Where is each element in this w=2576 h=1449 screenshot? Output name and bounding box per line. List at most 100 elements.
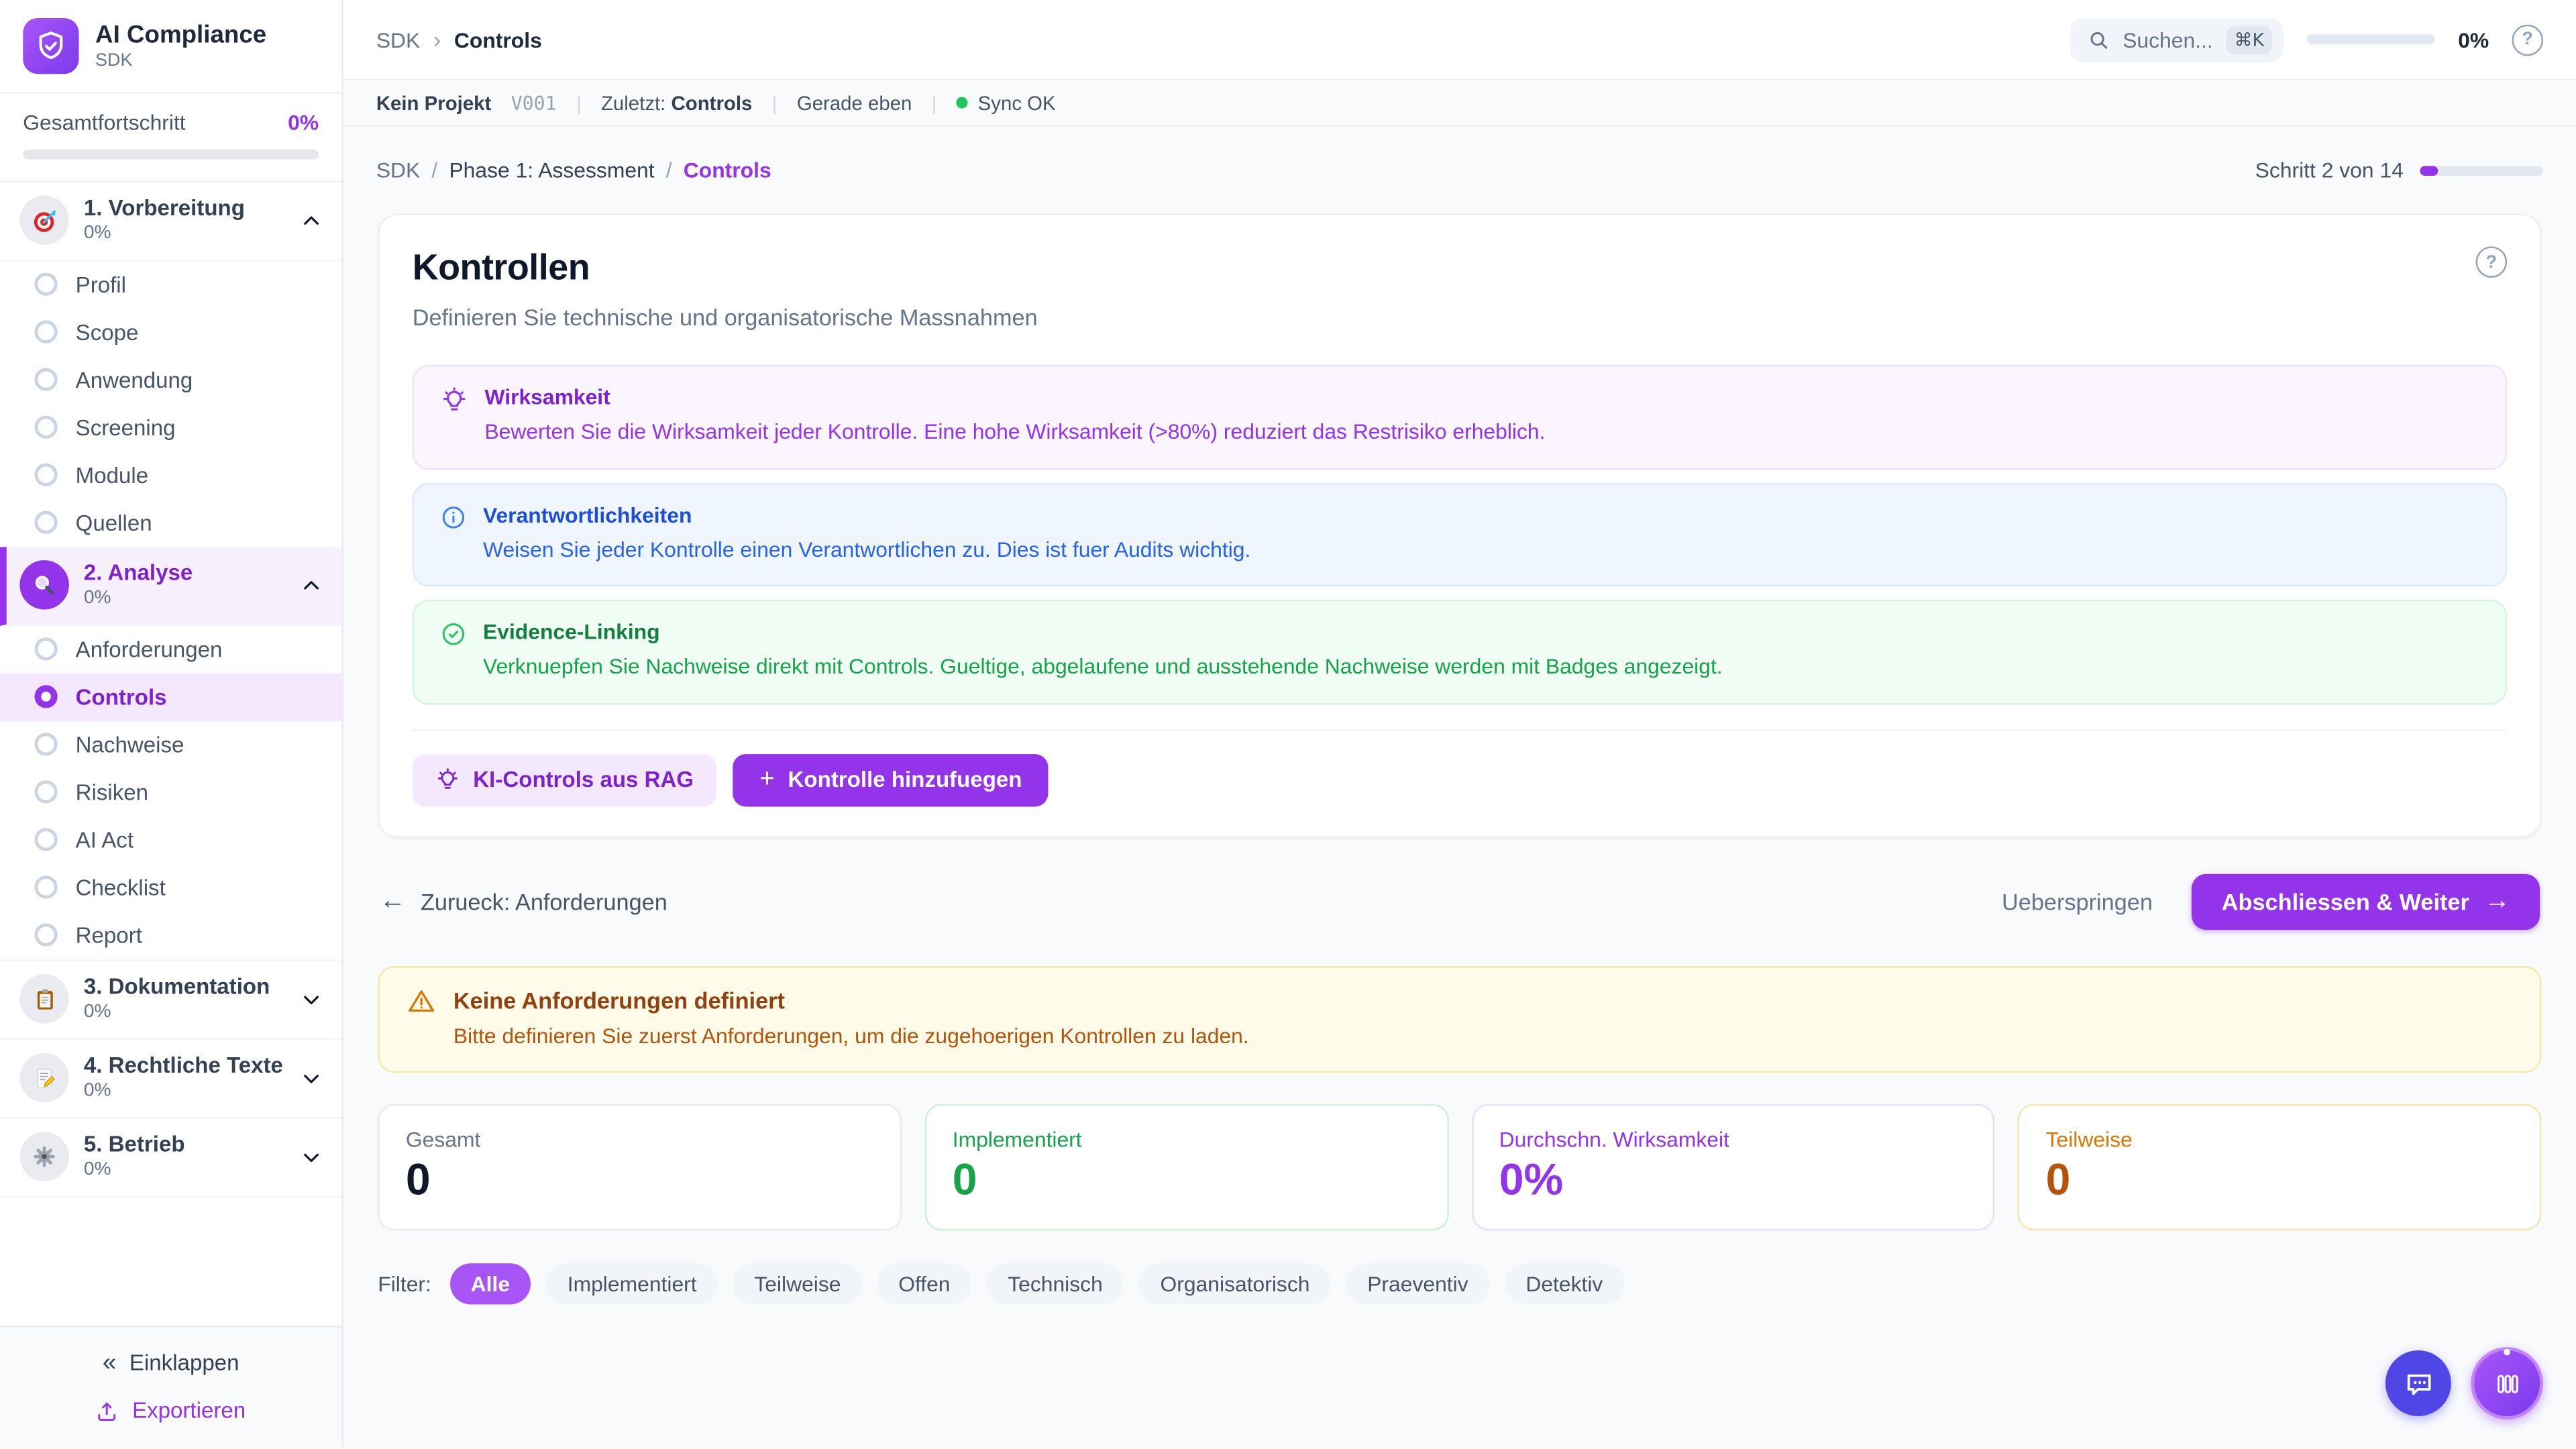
section-percent: 0% (84, 224, 245, 247)
filter-pill-technisch[interactable]: Technisch (986, 1264, 1124, 1305)
sidebar-item-screening[interactable]: Screening (0, 404, 341, 451)
breadcrumb-sdk[interactable]: SDK (376, 158, 420, 182)
tips-list: Wirksamkeit Bewerten Sie die Wirksamkeit… (413, 365, 2507, 704)
sidebar-section-rechtliche-texte[interactable]: 4. Rechtliche Texte 0% (0, 1040, 341, 1119)
sidebar-nav: 1. Vorbereitung 0% Profil Scope Anwendun… (0, 182, 341, 1326)
clipboard-icon (19, 975, 68, 1024)
floating-buttons (2385, 1347, 2543, 1419)
warning-title: Keine Anforderungen definiert (453, 987, 1249, 1013)
app-window: AI Compliance SDK Gesamtfortschritt 0% 1… (0, 0, 2576, 1448)
search-button[interactable]: Suchen... ⌘K (2070, 17, 2284, 62)
stat-card-gesamt: Gesamt 0 (378, 1104, 902, 1231)
sidebar-item-profil[interactable]: Profil (0, 261, 341, 309)
sidebar-section-vorbereitung[interactable]: 1. Vorbereitung 0% (0, 182, 341, 262)
upload-icon (96, 1399, 119, 1421)
sidebar-item-report[interactable]: Report (0, 912, 341, 959)
chat-fab-button[interactable] (2385, 1350, 2451, 1416)
filter-pill-organisatorisch[interactable]: Organisatorisch (1139, 1264, 1332, 1305)
export-button[interactable]: Exportieren (96, 1398, 246, 1423)
finish-next-button[interactable]: Abschliessen & Weiter → (2192, 873, 2540, 929)
section-percent: 0% (84, 1081, 283, 1104)
sidebar-item-module[interactable]: Module (0, 451, 341, 499)
radio-selected-icon (34, 686, 57, 708)
project-name: Kein Projekt (376, 91, 492, 114)
overall-progress-label: Gesamtfortschritt (23, 110, 185, 135)
filter-pill-implementiert[interactable]: Implementiert (546, 1264, 718, 1305)
help-icon[interactable]: ? (2512, 24, 2543, 56)
overall-progress: Gesamtfortschritt 0% (0, 94, 341, 182)
board-fab-button[interactable] (2471, 1347, 2543, 1419)
sidebar-item-ai-act[interactable]: AI Act (0, 816, 341, 864)
divider: | (772, 91, 777, 114)
page-subtitle: Definieren Sie technische und organisato… (413, 304, 1038, 330)
section-label: 5. Betrieb (84, 1132, 185, 1159)
arrow-right-icon: → (2484, 888, 2510, 914)
card-help-icon[interactable]: ? (2476, 246, 2508, 278)
chevron-down-icon (301, 1068, 322, 1089)
page-header: SDK / Phase 1: Assessment / Controls Sch… (343, 127, 2576, 214)
skip-button[interactable]: Ueberspringen (2002, 888, 2153, 914)
sidebar-section-analyse[interactable]: 2. Analyse 0% (0, 547, 341, 626)
sidebar-item-risiken[interactable]: Risiken (0, 769, 341, 816)
tip-wirksamkeit: Wirksamkeit Bewerten Sie die Wirksamkeit… (413, 365, 2507, 470)
project-status-bar: Kein Projekt V001 | Zuletzt: Controls | … (343, 80, 2576, 127)
sync-status: Sync OK (957, 91, 1056, 114)
target-icon (19, 197, 68, 246)
search-icon (2088, 29, 2110, 50)
section-percent: 0% (84, 1160, 185, 1183)
header-progress-value: 0% (2458, 27, 2489, 52)
sidebar-item-nachweise[interactable]: Nachweise (0, 721, 341, 769)
sidebar-section-dokumentation[interactable]: 3. Dokumentation 0% (0, 959, 341, 1040)
app-title: AI Compliance (95, 22, 266, 50)
chevron-right-icon: › (433, 26, 441, 52)
filter-pill-offen[interactable]: Offen (877, 1264, 971, 1305)
search-placeholder: Suchen... (2123, 27, 2213, 52)
breadcrumb-sdk[interactable]: SDK (376, 27, 420, 52)
columns-icon (2493, 1369, 2521, 1397)
sidebar-item-anwendung[interactable]: Anwendung (0, 356, 341, 404)
section-label: 1. Vorbereitung (84, 195, 245, 222)
sidebar-item-checklist[interactable]: Checklist (0, 864, 341, 912)
sidebar-item-scope[interactable]: Scope (0, 309, 341, 356)
section-label: 3. Dokumentation (84, 974, 270, 1001)
add-control-button[interactable]: + Kontrolle hinzufuegen (733, 753, 1049, 806)
filter-pill-teilweise[interactable]: Teilweise (733, 1264, 862, 1305)
radio-circle-icon (34, 321, 57, 344)
radio-circle-icon (34, 876, 57, 899)
chevron-up-icon (301, 575, 322, 596)
project-version: V001 (511, 91, 557, 114)
step-progress-bar (2420, 165, 2543, 175)
last-visited: Zuletzt: Controls (601, 91, 752, 114)
arrow-left-icon: ← (380, 888, 406, 914)
header-progress-bar (2307, 34, 2435, 44)
overall-progress-bar (23, 150, 319, 160)
ki-controls-rag-button[interactable]: KI-Controls aus RAG (413, 753, 717, 806)
chat-bubble-icon (2403, 1368, 2434, 1399)
filter-pill-alle[interactable]: Alle (449, 1264, 531, 1305)
filter-pill-praeventiv[interactable]: Praeventiv (1346, 1264, 1489, 1305)
section-percent: 0% (84, 588, 193, 611)
section-label: 4. Rechtliche Texte (84, 1053, 283, 1080)
radio-circle-icon (34, 417, 57, 439)
stat-card-wirksamkeit: Durchschn. Wirksamkeit 0% (1471, 1104, 1995, 1231)
radio-circle-icon (34, 781, 57, 804)
warning-text: Bitte definieren Sie zuerst Anforderunge… (453, 1023, 1249, 1048)
lightbulb-icon (435, 767, 460, 792)
keyboard-shortcut-badge: ⌘K (2226, 25, 2272, 54)
breadcrumb-phase[interactable]: Phase 1: Assessment (449, 158, 654, 182)
sidebar-item-controls[interactable]: Controls (0, 674, 341, 721)
filter-pill-detektiv[interactable]: Detektiv (1505, 1264, 1625, 1305)
last-saved-time: Gerade eben (797, 91, 912, 114)
sidebar-item-quellen[interactable]: Quellen (0, 499, 341, 547)
radio-circle-icon (34, 369, 57, 392)
back-link[interactable]: ← Zurueck: Anforderungen (380, 888, 667, 914)
radio-circle-icon (34, 733, 57, 756)
app-subtitle: SDK (95, 50, 266, 70)
radio-circle-icon (34, 924, 57, 947)
collapse-sidebar-button[interactable]: « Einklappen (103, 1349, 239, 1377)
sidebar-item-anforderungen[interactable]: Anforderungen (0, 626, 341, 674)
page-breadcrumb: SDK / Phase 1: Assessment / Controls (376, 158, 771, 182)
sidebar-section-betrieb[interactable]: 5. Betrieb 0% (0, 1119, 341, 1198)
plus-icon: + (759, 767, 775, 793)
overall-progress-value: 0% (288, 110, 319, 135)
